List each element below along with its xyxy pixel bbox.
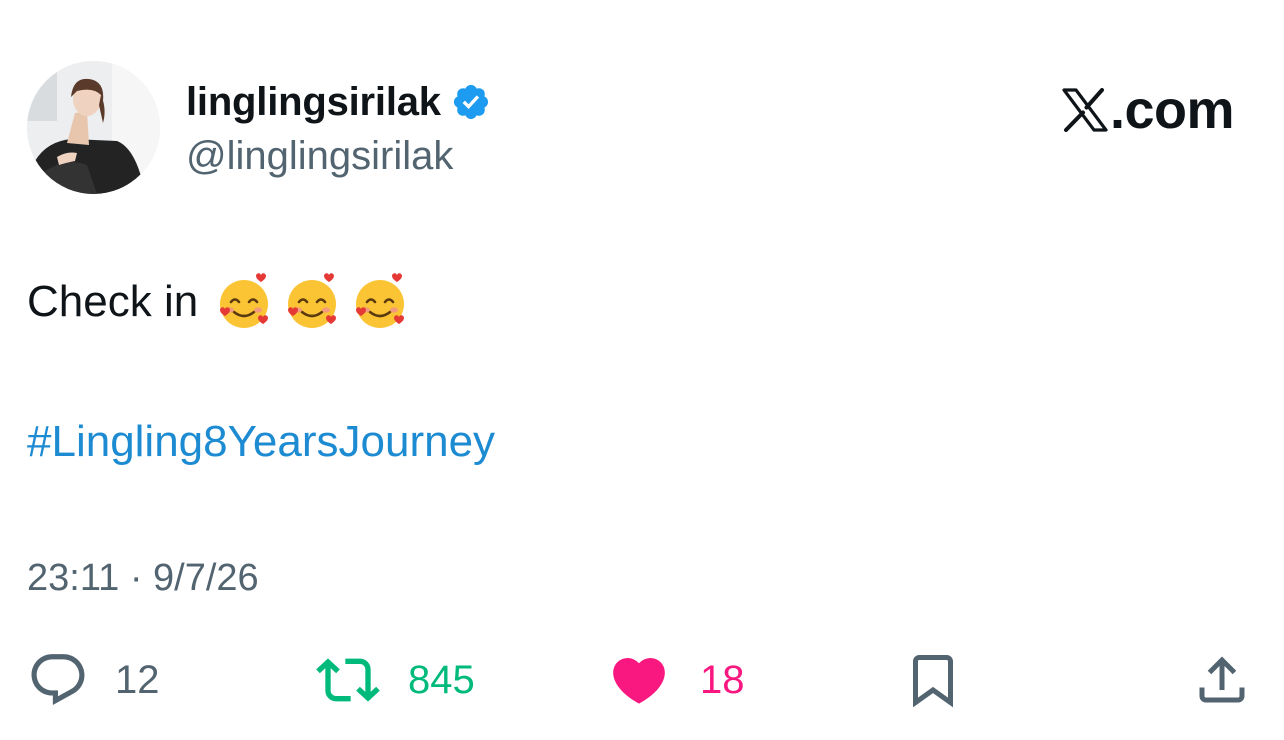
smiling-face-with-hearts-icon xyxy=(220,273,269,328)
brand-logo: .com xyxy=(1062,80,1235,140)
share-icon xyxy=(1199,656,1245,703)
hashtag-link[interactable]: #Lingling8YearsJourney xyxy=(27,412,495,472)
smiling-face-with-hearts-icon xyxy=(288,273,337,328)
author-display-name[interactable]: linglingsirilak xyxy=(186,76,441,128)
heart-icon xyxy=(613,658,665,704)
reply-button[interactable]: 12 xyxy=(27,645,160,715)
like-count: 18 xyxy=(700,658,745,702)
author-name-row[interactable]: linglingsirilak xyxy=(186,76,491,128)
tweet-text: Check in xyxy=(27,277,199,326)
share-button[interactable] xyxy=(1192,645,1252,715)
bookmark-icon xyxy=(913,655,953,708)
avatar[interactable] xyxy=(27,61,160,194)
tweet-card: linglingsirilak @linglingsirilak .com Ch… xyxy=(0,0,1284,740)
retweet-button[interactable]: 845 xyxy=(316,645,475,715)
x-logo-icon xyxy=(1062,88,1108,132)
retweet-icon xyxy=(316,658,380,702)
verified-badge-icon xyxy=(451,82,491,122)
tweet-timestamp[interactable]: 23:11 · 9/7/26 xyxy=(27,552,259,604)
smiling-face-with-hearts-icon xyxy=(356,273,405,328)
brand-text: .com xyxy=(1109,80,1235,140)
action-bar: 12 845 18 xyxy=(0,645,1284,715)
tweet-text-line: Check in xyxy=(27,272,418,332)
reply-bubble-icon xyxy=(31,654,85,706)
avatar-photo xyxy=(27,61,160,194)
retweet-count: 845 xyxy=(408,658,475,702)
author-handle[interactable]: @linglingsirilak xyxy=(186,130,453,182)
bookmark-button[interactable] xyxy=(903,645,963,715)
like-button[interactable]: 18 xyxy=(608,645,745,715)
emoji-group xyxy=(214,272,418,332)
reply-count: 12 xyxy=(115,658,160,702)
